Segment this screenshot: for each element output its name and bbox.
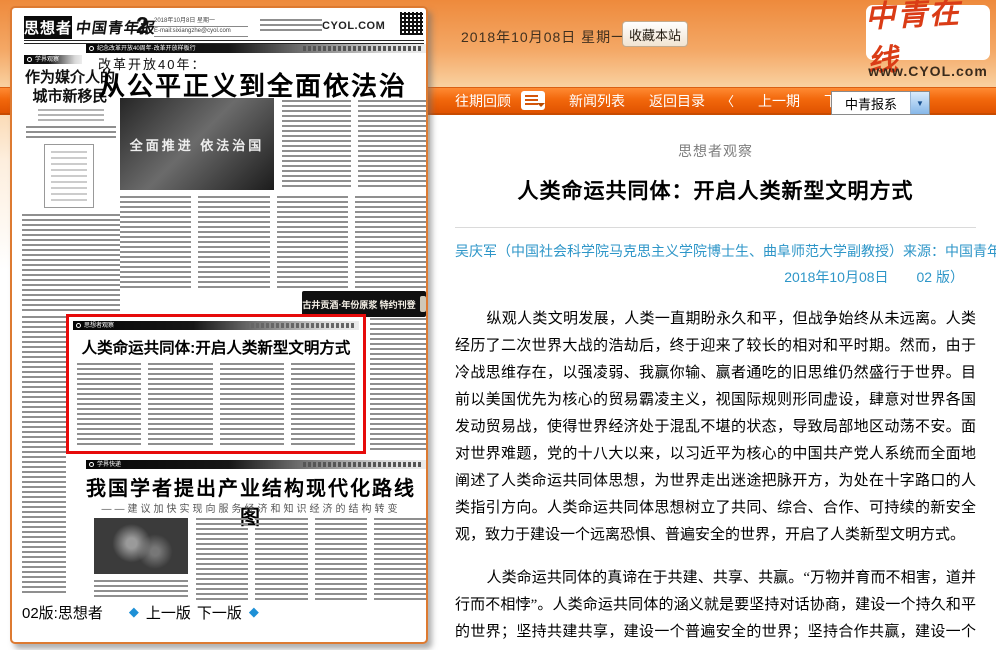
paper-section-name: 思想者 [24, 16, 72, 39]
byline-source: 来源：中国青年报 （ [903, 238, 996, 264]
book-cover-detail [51, 151, 87, 201]
bottom-article-rubric: 学界快递 [97, 462, 121, 468]
article-byline: 吴庆军（中国社会科学院马克思主义学院博士生、曲阜师范大学副教授） 来源：中国青年… [455, 238, 976, 290]
left-article-rubric-bar: 学界观察 [24, 55, 82, 64]
bar-logo-icon [76, 323, 81, 328]
text-column [370, 318, 426, 452]
nav-prev-issue[interactable]: 上一期 [758, 91, 800, 111]
site-logo[interactable]: 中青在线 [866, 5, 990, 60]
site-url-link[interactable]: www.CYOL.com [866, 63, 990, 79]
qr-code [400, 12, 423, 35]
text-column [198, 196, 269, 288]
paper-date-block: 2018年10月8日 星期一 E-mail:sixiangzhe@cyol.co… [154, 17, 248, 37]
article-rubric: 思想者观察 [455, 141, 976, 161]
byline-author: 吴庆军（中国社会科学院马克思主义学院博士生、曲阜师范大学副教授） [455, 238, 903, 264]
highlight-headline: 人类命运共同体:开启人类新型文明方式 [75, 336, 357, 358]
text-column [255, 518, 307, 600]
newspaper-page-image[interactable]: 思想者 中国青年报 2 2018年10月8日 星期一 E-mail:sixian… [10, 6, 428, 644]
text-columns [120, 196, 426, 288]
site-date: 2018年10月08日 星期一 [461, 27, 626, 47]
text-columns [196, 518, 426, 600]
bookmark-site-button[interactable]: 收藏本站 [622, 21, 688, 47]
bottom-article-rubric-bar: 学界快递 [86, 460, 426, 469]
next-page-arrow-icon[interactable]: ◆ [249, 604, 259, 620]
page-label: 02版:思想者 [22, 602, 103, 623]
text-column [22, 214, 120, 312]
bar-logo-icon [89, 46, 94, 51]
publication-select[interactable]: 中青报系 ▼ [831, 91, 930, 115]
text-column [291, 363, 355, 445]
text-column [374, 518, 426, 600]
bar-logo-icon [89, 462, 94, 467]
text-column [120, 196, 191, 288]
nav-news-list[interactable]: 新闻列表 [569, 91, 625, 111]
text-column [315, 518, 367, 600]
article-pane: 思想者观察 人类命运共同体：开启人类新型文明方式 吴庆军（中国社会科学院马克思主… [430, 115, 996, 650]
divider [455, 227, 976, 228]
text-column [355, 196, 426, 288]
highlight-credit-text [246, 323, 356, 328]
text-column [22, 316, 66, 596]
text-column [148, 363, 212, 445]
issue-list-icon[interactable] [521, 91, 545, 110]
paper-date: 2018年10月8日 星期一 [154, 17, 248, 27]
text-column [358, 100, 427, 188]
book-cover-image [44, 144, 94, 208]
prev-page-arrow-icon[interactable]: ◆ [129, 604, 139, 620]
prev-page-link[interactable]: 上一版 [146, 602, 191, 623]
text-columns [282, 100, 426, 188]
main-article-photo: 全面推进 依法治国 [120, 98, 274, 190]
byline-date-page: 2018年10月08日 02 版） [455, 264, 976, 290]
text-column [220, 363, 284, 445]
photo-caption: 全面推进 依法治国 [130, 135, 265, 154]
paper-email: E-mail:sixiangzhe@cyol.com [154, 27, 248, 37]
image-caption-text [94, 580, 188, 600]
text-column [277, 196, 348, 288]
paper-cyol-label: CYOL.COM [322, 20, 385, 32]
article-paragraph-2: 人类命运共同体的真谛在于共建、共享、共赢。“万物并育而不相害，道并行而不相悖”。… [455, 565, 976, 650]
paper-page-number: 2 [136, 12, 149, 39]
highlighted-article-region[interactable]: 思想者观察 人类命运共同体:开启人类新型文明方式 [66, 314, 366, 454]
bottom-credit-text [303, 462, 423, 467]
paper-footer: 02版:思想者 ◆ 上一版 下一版 ◆ [20, 600, 418, 624]
text-columns [77, 363, 355, 445]
text-column [77, 363, 141, 445]
left-article-rubric: 学界观察 [35, 57, 59, 63]
network-diagram-image [94, 518, 188, 574]
paper-banner-bar: 纪念改革开放40周年·改革开放样板行 [86, 44, 426, 53]
article-paragraph-1: 纵观人类文明发展，人类一直期盼永久和平，但战争始终从未远离。人类经历了二次世界大… [455, 306, 976, 549]
bar-logo-icon [27, 57, 32, 62]
banner-credit-text [303, 46, 423, 51]
prev-issue-chevron-icon[interactable]: 〈 [721, 91, 734, 110]
nav-past-issues[interactable]: 往期回顾 [455, 91, 511, 111]
paper-contact-text [260, 19, 322, 32]
text-column [282, 100, 351, 188]
nav-back-to-contents[interactable]: 返回目录 [649, 91, 705, 111]
article-title: 人类命运共同体：开启人类新型文明方式 [455, 175, 976, 205]
bottle-image [420, 296, 426, 312]
bottom-article-subtitle: ——建议加快实现向服务经济和知识经济的结构转变 [76, 500, 426, 515]
text-column [196, 518, 248, 600]
highlight-rubric-bar: 思想者观察 [73, 321, 359, 330]
select-dropdown-icon[interactable]: ▼ [910, 92, 929, 114]
publication-select-value: 中青报系 [832, 94, 910, 113]
ad-text: 古井贡酒·年份原浆 特约刊登 [302, 298, 415, 311]
highlight-rubric: 思想者观察 [84, 323, 114, 329]
banner-label: 纪念改革开放40周年·改革开放样板行 [97, 46, 196, 52]
next-page-link[interactable]: 下一版 [197, 602, 242, 623]
